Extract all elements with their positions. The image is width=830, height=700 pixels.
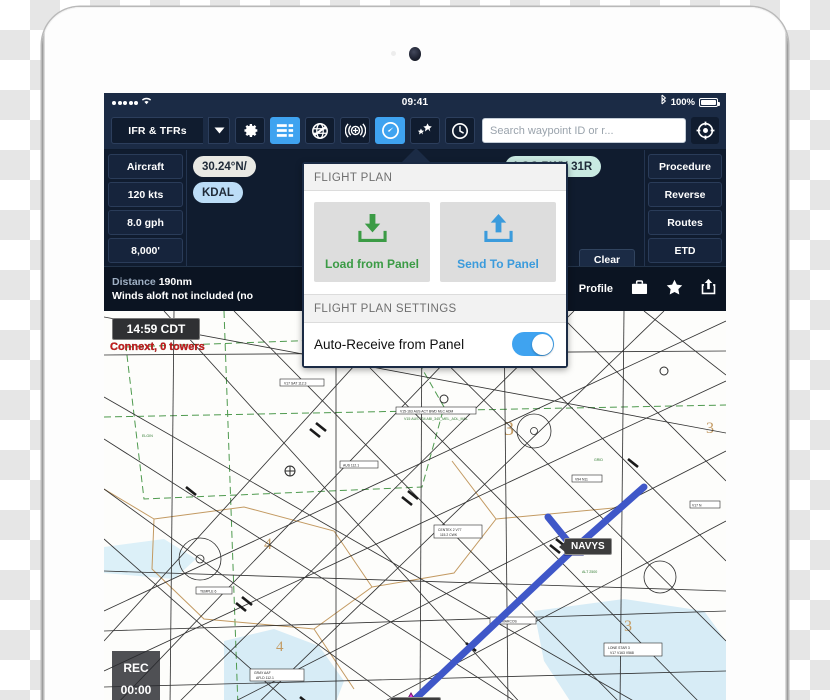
search-placeholder-text: Search waypoint ID or r... [490, 124, 614, 137]
svg-text:V94 N11: V94 N11 [575, 477, 588, 481]
svg-text:V15 AUS 034 ABI_345_MEL_ADL_MA: V15 AUS 034 ABI_345_MEL_ADL_MAL [404, 417, 468, 421]
ios-status-bar: 09:41 100% [104, 93, 726, 112]
reverse-button[interactable]: Reverse [648, 182, 722, 207]
svg-text:V15-163 AUS ACT BWD MLC ADM: V15-163 AUS ACT BWD MLC ADM [400, 409, 453, 413]
upload-tray-icon [482, 213, 515, 248]
send-to-panel-label: Send To Panel [457, 257, 539, 271]
distance-value: 190nm [158, 276, 192, 288]
svg-text:GRAY AAF: GRAY AAF [254, 671, 271, 675]
popover-actions-row: Load from Panel Send To Panel [304, 191, 566, 294]
popover-settings-header: FLIGHT PLAN SETTINGS [304, 294, 566, 323]
load-from-panel-label: Load from Panel [324, 257, 419, 271]
auto-receive-label: Auto-Receive from Panel [314, 336, 465, 352]
bluetooth-icon [660, 93, 667, 112]
main-toolbar: IFR & TFRs Search waypoint ID or r... [104, 112, 726, 150]
svg-text:115.2 CWK: 115.2 CWK [440, 533, 458, 537]
svg-text:ELGIN: ELGIN [142, 434, 153, 438]
svg-text:4: 4 [276, 639, 284, 655]
altitude-cell[interactable]: 8,000' [108, 238, 183, 263]
routes-button[interactable]: Routes [648, 210, 722, 235]
globe-slash-icon[interactable] [305, 117, 335, 144]
moving-map[interactable]: AUS SAN ANTONIO/SAN ANTONIO AREA CHART 2… [104, 311, 726, 700]
svg-text:LONE STAR 3: LONE STAR 3 [608, 646, 630, 650]
search-input[interactable]: Search waypoint ID or r... [482, 118, 686, 143]
svg-text:TEMPLE 6: TEMPLE 6 [200, 589, 217, 593]
stars-icon[interactable] [410, 117, 440, 144]
route-chip-destination[interactable]: KDAL [193, 182, 243, 203]
status-bar-right: 100% [660, 93, 726, 112]
send-to-panel-button[interactable]: Send To Panel [440, 202, 556, 282]
broadcast-icon[interactable] [340, 117, 370, 144]
svg-text:GRID: GRID [594, 458, 603, 462]
crosshair-target-icon[interactable] [691, 117, 719, 144]
navys-waypoint-label[interactable]: NAVYS [559, 538, 612, 555]
recording-indicator[interactable]: REC 00:00 [112, 651, 160, 700]
status-bar-clock: 09:41 [401, 97, 429, 108]
auto-receive-setting-row[interactable]: Auto-Receive from Panel [304, 323, 566, 366]
profile-button[interactable]: Profile [579, 283, 613, 295]
star-icon[interactable] [666, 279, 683, 300]
share-icon[interactable] [701, 278, 716, 300]
clock-icon[interactable] [445, 117, 475, 144]
svg-text:4: 4 [264, 536, 272, 553]
gear-icon[interactable] [235, 117, 265, 144]
layer-selector-button[interactable]: IFR & TFRs [111, 117, 203, 144]
briefcase-icon[interactable] [631, 279, 648, 300]
download-tray-icon [356, 213, 389, 248]
time-badge: 14:59 CDT [112, 318, 200, 340]
flight-plan-popover: FLIGHT PLAN Load from Panel Send To Pane… [302, 162, 568, 368]
aircraft-selector-cell[interactable]: Aircraft [108, 154, 183, 179]
strip-actions: Profile [579, 278, 716, 300]
speed-cell[interactable]: 120 kts [108, 182, 183, 207]
fuel-burn-cell[interactable]: 8.0 gph [108, 210, 183, 235]
rec-label: REC [123, 661, 149, 675]
rec-timer: 00:00 [120, 683, 152, 697]
list-icon[interactable] [270, 117, 300, 144]
svg-text:AFLD 112.1: AFLD 112.1 [256, 676, 274, 680]
microphone-hole [391, 51, 396, 56]
svg-text:V17 V163 V568: V17 V163 V568 [610, 651, 634, 655]
procedure-button[interactable]: Procedure [648, 154, 722, 179]
chevron-down-icon[interactable] [208, 117, 230, 144]
battery-percent-label: 100% [670, 97, 695, 108]
distance-text-group: Distance 190nm Winds aloft not included … [112, 275, 253, 303]
auto-receive-toggle[interactable] [512, 332, 554, 356]
svg-text:AUS 112.1: AUS 112.1 [343, 463, 359, 467]
ifr-enroute-chart: AUS SAN ANTONIO/SAN ANTONIO AREA CHART 2… [104, 311, 726, 700]
popup-caret [401, 148, 431, 163]
route-chip-origin[interactable]: 30.24°N/ [193, 156, 256, 177]
svg-text:CENTEX 2 V77: CENTEX 2 V77 [438, 528, 462, 532]
connext-status-text: Connext, 0 towers [110, 341, 205, 353]
battery-icon [699, 98, 720, 107]
popover-header: FLIGHT PLAN [304, 164, 566, 191]
tablet-screen: 09:41 100% IFR & TFRs Search waypoint ID… [104, 93, 726, 700]
etd-button[interactable]: ETD [648, 238, 722, 263]
svg-text:3: 3 [706, 420, 714, 437]
distance-label: Distance [112, 276, 156, 288]
svg-text:V17 SAT 112.3: V17 SAT 112.3 [284, 381, 307, 385]
svg-text:V17 N: V17 N [692, 503, 702, 507]
load-from-panel-button[interactable]: Load from Panel [314, 202, 430, 282]
svg-text:ALT 2500: ALT 2500 [582, 570, 597, 574]
gauge-icon[interactable] [375, 117, 405, 144]
front-camera [409, 47, 421, 61]
winds-aloft-note: Winds aloft not included (no [112, 290, 254, 302]
ipad-device-frame: 09:41 100% IFR & TFRs Search waypoint ID… [42, 7, 788, 700]
